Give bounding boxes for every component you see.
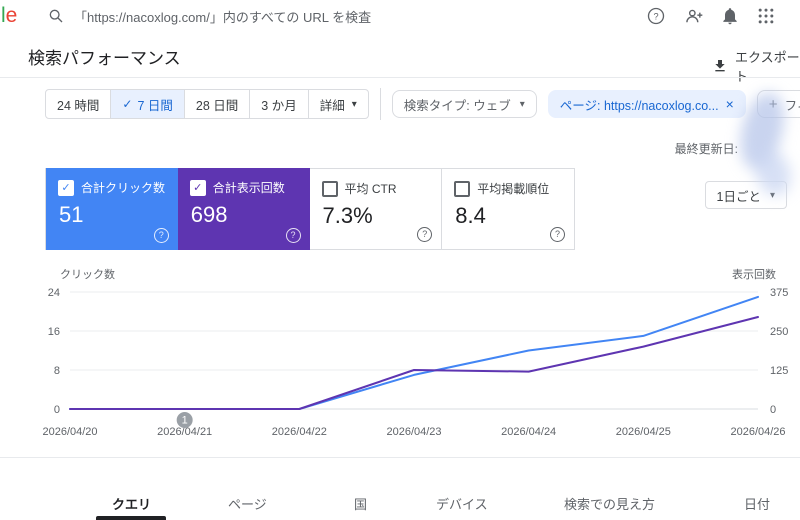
svg-text:375: 375 (770, 287, 788, 299)
granularity-dropdown[interactable]: 1日ごと ▾ (704, 181, 787, 209)
metric-value: 7.3% (322, 203, 373, 228)
chevron-down-icon: ▾ (351, 98, 357, 110)
metric-label: 合計クリック数 (81, 181, 166, 195)
range-7d[interactable]: ✓ 7 日間 (111, 90, 185, 118)
active-tab-indicator (96, 516, 166, 520)
help-icon[interactable]: ? (285, 228, 301, 243)
range-3m[interactable]: 3 か月 (250, 90, 309, 118)
export-button[interactable]: エクスポート (712, 47, 800, 85)
date-range-group: 24 時間 ✓ 7 日間 28 日間 3 か月 詳細 ▾ (45, 89, 369, 119)
checkbox[interactable] (321, 180, 338, 197)
metric-value: 8.4 (455, 203, 486, 228)
filter-bar: 24 時間 ✓ 7 日間 28 日間 3 か月 詳細 ▾ 検索タイプ: ウェブ ▾ … (45, 88, 800, 120)
chevron-down-icon: ▾ (769, 189, 775, 201)
svg-text:2026/04/25: 2026/04/25 (616, 426, 671, 438)
last-updated-label: 最終更新日: (674, 142, 738, 156)
tab-devices[interactable]: デバイス (436, 494, 488, 513)
metric-label: 平均掲載順位 (477, 182, 550, 196)
metric-card[interactable]: ✓ 合計クリック数 51 ? (46, 168, 178, 250)
help-icon[interactable]: ? (153, 228, 169, 243)
chevron-down-icon: ▾ (519, 98, 525, 110)
checkbox[interactable] (454, 180, 471, 197)
search-placeholder: 「https://nacoxlog.com/」内のすべての URL を検査 (74, 9, 372, 25)
header-divider (0, 77, 800, 78)
download-icon (712, 58, 728, 74)
tab-pages[interactable]: ページ (228, 494, 267, 513)
google-logo-partial: le (1, 4, 18, 27)
help-icon[interactable]: ? (417, 227, 433, 242)
metric-card[interactable]: 平均掲載順位 8.4 ? (442, 169, 574, 249)
svg-text:2026/04/26: 2026/04/26 (730, 426, 785, 438)
svg-text:0: 0 (54, 404, 60, 416)
check-icon: ✓ (122, 97, 133, 111)
tab-countries[interactable]: 国 (354, 494, 367, 513)
metric-label: 平均 CTR (344, 182, 397, 196)
help-icon[interactable]: ? (646, 6, 666, 26)
page-filter-chip[interactable]: ページ: https://nacoxlog.co... × (547, 90, 746, 118)
svg-text:2026/04/20: 2026/04/20 (42, 426, 97, 438)
apps-grid-icon[interactable] (756, 6, 776, 26)
dimension-tabs: クエリ ページ 国 デバイス 検索での見え方 日付 (0, 486, 800, 520)
tab-search-appearance[interactable]: 検索での見え方 (564, 494, 655, 513)
metric-card[interactable]: 平均 CTR 7.3% ? (309, 169, 443, 249)
svg-text:0: 0 (770, 404, 776, 416)
top-app-bar: le 「https://nacoxlog.com/」内のすべての URL を検査… (0, 0, 800, 32)
svg-text:2026/04/23: 2026/04/23 (386, 426, 441, 438)
help-icon[interactable]: ? (550, 227, 565, 242)
plus-icon: + (768, 95, 778, 113)
add-filter-chip[interactable]: + フィルタを追加 (756, 90, 800, 118)
svg-text:1: 1 (182, 415, 188, 427)
notifications-icon[interactable] (720, 6, 740, 26)
checkbox[interactable]: ✓ (58, 179, 74, 196)
add-person-icon[interactable] (684, 6, 704, 26)
metric-value: 51 (59, 202, 84, 227)
svg-text:2026/04/24: 2026/04/24 (501, 426, 556, 438)
performance-line-chart: 0 08 12516 25024 3752026/04/20 2026/04/21 2026… (42, 287, 788, 438)
left-axis-title: クリック数 (60, 269, 115, 281)
search-type-chip[interactable]: 検索タイプ: ウェブ ▾ (391, 90, 537, 118)
svg-text:16: 16 (48, 326, 60, 338)
metric-value: 698 (190, 202, 228, 227)
metric-cards: ✓ 合計クリック数 51 ? ✓ 合計表示回数 698 ? 平均 CTR 7.3% … (45, 168, 575, 250)
svg-text:2026/04/22: 2026/04/22 (272, 426, 327, 438)
range-28d[interactable]: 28 日間 (185, 90, 251, 118)
page-title: 検索パフォーマンス (28, 49, 181, 68)
close-icon[interactable]: × (726, 96, 734, 112)
search-icon (48, 8, 64, 24)
annotation-marker[interactable]: 1 (176, 412, 193, 428)
svg-text:?: ? (653, 11, 658, 21)
tab-queries[interactable]: クエリ (112, 494, 151, 513)
export-label: エクスポート (735, 50, 800, 84)
checkbox[interactable]: ✓ (189, 179, 206, 196)
range-custom[interactable]: 詳細 ▾ (309, 90, 368, 118)
svg-text:250: 250 (770, 326, 788, 338)
metric-card[interactable]: ✓ 合計表示回数 698 ? (177, 168, 310, 250)
url-inspect-search[interactable]: 「https://nacoxlog.com/」内のすべての URL を検査 (48, 4, 371, 28)
tab-dates[interactable]: 日付 (744, 494, 770, 513)
tabs-divider (0, 457, 800, 458)
svg-text:125: 125 (770, 365, 788, 377)
metric-label: 合計表示回数 (212, 181, 285, 195)
svg-text:8: 8 (54, 365, 60, 377)
svg-text:24: 24 (48, 287, 60, 299)
right-axis-title: 表示回数 (732, 269, 776, 281)
range-24h[interactable]: 24 時間 (46, 90, 112, 118)
filter-separator (379, 88, 381, 120)
